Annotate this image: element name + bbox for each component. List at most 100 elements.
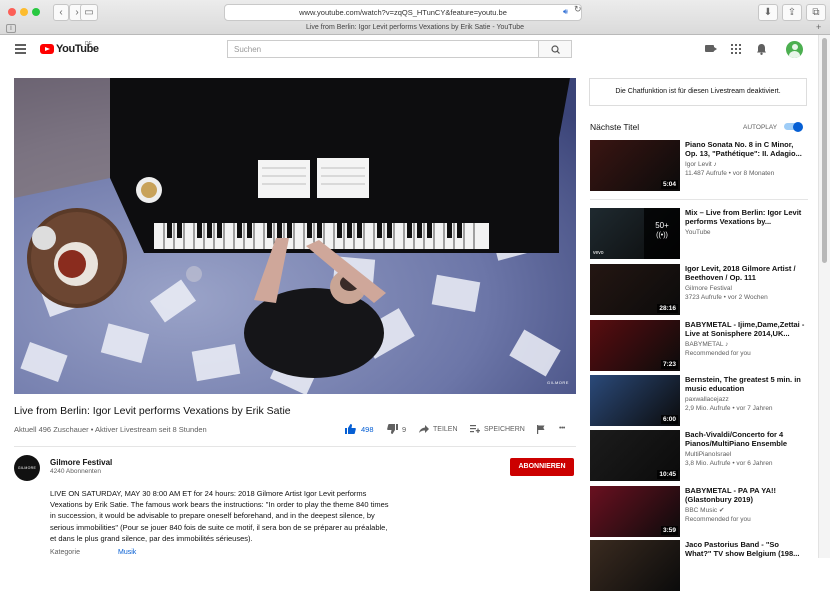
tab-title[interactable]: Live from Berlin: Igor Levit performs Ve… bbox=[0, 22, 830, 34]
recommendation-meta: 11.487 Aufrufe • vor 8 Monaten bbox=[685, 170, 775, 177]
recommendation-channel[interactable]: MultiPianoIsrael bbox=[685, 450, 731, 459]
recommendation-title[interactable]: Mix – Live from Berlin: Igor Levit perfo… bbox=[685, 208, 805, 226]
channel-name[interactable]: Gilmore Festival bbox=[50, 458, 112, 467]
recommendation-meta: 2,9 Mio. Aufrufe • vor 7 Jahren bbox=[685, 405, 773, 412]
tabs-overview-icon[interactable]: ⧉ bbox=[806, 4, 826, 21]
recommendation-item[interactable]: 6:00 Bernstein, The greatest 5 min. in mu… bbox=[590, 375, 812, 427]
menu-icon[interactable] bbox=[15, 44, 26, 54]
recommendation-item[interactable]: 10:45 Bach-Vivaldi/Concerto for 4 Pianos/… bbox=[590, 430, 812, 482]
recommendation-title[interactable]: Piano Sonata No. 8 in C Minor, Op. 13, "… bbox=[685, 140, 805, 158]
share-arrow-icon bbox=[419, 425, 429, 433]
recommendation-channel[interactable]: YouTube bbox=[685, 228, 711, 237]
save-button[interactable]: SPEICHERN bbox=[470, 425, 525, 433]
recommendation-channel[interactable]: BABYMETAL ♪ bbox=[685, 340, 728, 349]
category-label: Kategorie bbox=[50, 549, 80, 556]
video-thumbnail[interactable]: 6:00 bbox=[590, 375, 680, 426]
logo-region: DE bbox=[85, 41, 92, 47]
recommendation-item[interactable]: Jaco Pastorius Band - "So What?" TV show… bbox=[590, 540, 812, 592]
share-button[interactable]: TEILEN bbox=[419, 425, 458, 433]
dislike-count: 9 bbox=[402, 424, 407, 434]
share-label: TEILEN bbox=[433, 425, 458, 433]
category-link[interactable]: Musik bbox=[118, 549, 136, 556]
mix-count: 50+ bbox=[655, 221, 669, 230]
duration-badge: 6:00 bbox=[660, 415, 678, 424]
video-thumbnail[interactable]: 7:23 bbox=[590, 320, 680, 371]
sidebar-toggle-icon[interactable]: ▭ bbox=[80, 4, 98, 21]
avatar[interactable] bbox=[786, 41, 803, 58]
mix-overlay: 50+ ((•)) bbox=[644, 208, 680, 259]
dislike-button[interactable]: 9 bbox=[387, 424, 406, 434]
scrollbar-thumb[interactable] bbox=[822, 38, 827, 263]
autoplay-toggle[interactable] bbox=[784, 121, 803, 132]
save-label: SPEICHERN bbox=[484, 425, 525, 433]
close-window-button[interactable] bbox=[8, 8, 16, 16]
minimize-window-button[interactable] bbox=[20, 8, 28, 16]
recommendation-channel[interactable]: Igor Levit ♪ bbox=[685, 160, 717, 169]
vevo-logo: vevo bbox=[593, 250, 604, 256]
recommendation-channel[interactable]: paxwallacejazz bbox=[685, 395, 729, 404]
add-to-playlist-icon bbox=[470, 425, 480, 433]
recommendation-channel[interactable]: Gilmore Festival bbox=[685, 284, 732, 293]
recommendation-channel[interactable]: BBC Music ✔ bbox=[685, 506, 724, 515]
like-button[interactable]: 498 bbox=[345, 424, 374, 434]
recommendation-item[interactable]: 5:04 Piano Sonata No. 8 in C Minor, Op. 1… bbox=[590, 140, 812, 192]
recommendation-item[interactable]: 7:23 BABYMETAL - Ijime,Dame,Zettai - Live… bbox=[590, 320, 812, 372]
like-count: 498 bbox=[361, 424, 374, 434]
subscriber-count: 4240 Abonnenten bbox=[50, 468, 101, 475]
page-scrollbar[interactable] bbox=[818, 35, 830, 558]
video-thumbnail[interactable]: 28:16 bbox=[590, 264, 680, 315]
video-thumbnail[interactable]: 5:04 bbox=[590, 140, 680, 191]
chat-disabled-panel: Die Chatfunktion ist für diesen Livestre… bbox=[589, 78, 807, 106]
share-icon[interactable]: ⇪ bbox=[782, 4, 802, 21]
video-thumbnail[interactable]: 3:59 bbox=[590, 486, 680, 537]
recommendation-title[interactable]: BABYMETAL - Ijime,Dame,Zettai - Live at … bbox=[685, 320, 805, 338]
recommendation-title[interactable]: Jaco Pastorius Band - "So What?" TV show… bbox=[685, 540, 805, 558]
recommendation-title[interactable]: Bernstein, The greatest 5 min. in music … bbox=[685, 375, 805, 393]
duration-badge: 7:23 bbox=[660, 360, 678, 369]
search-button[interactable] bbox=[538, 40, 572, 58]
youtube-logo-text[interactable]: YouTube bbox=[56, 43, 99, 55]
search-input[interactable]: Suchen bbox=[227, 40, 538, 58]
duration-badge: 28:16 bbox=[657, 304, 678, 313]
zoom-window-button[interactable] bbox=[32, 8, 40, 16]
new-tab-icon[interactable]: + bbox=[816, 22, 821, 32]
channel-avatar-text: GILMORE bbox=[17, 466, 37, 470]
recommendation-meta: Recommended for you bbox=[685, 350, 751, 357]
video-title: Live from Berlin: Igor Levit performs Ve… bbox=[14, 405, 291, 417]
viewer-count: Aktuell 496 Zuschauer • Aktiver Livestre… bbox=[14, 425, 207, 434]
youtube-logo-icon[interactable] bbox=[40, 44, 54, 54]
recommendation-item[interactable]: 28:16 Igor Levit, 2018 Gilmore Artist / B… bbox=[590, 264, 812, 316]
video-watermark: GILMORE bbox=[547, 380, 569, 385]
more-actions-icon[interactable]: ••• bbox=[559, 425, 565, 432]
subscribe-button[interactable]: ABONNIEREN bbox=[510, 458, 574, 476]
download-icon[interactable]: ⬇ bbox=[758, 4, 778, 21]
create-video-icon[interactable] bbox=[705, 45, 717, 52]
channel-avatar[interactable]: GILMORE bbox=[14, 455, 40, 481]
recommendation-item[interactable]: 3:59 BABYMETAL - PA PA YA!! (Glastonbury … bbox=[590, 486, 812, 538]
address-bar[interactable]: www.youtube.com/watch?v=zqQS_HTunCY&feat… bbox=[224, 4, 582, 21]
video-thumbnail[interactable]: 50+ ((•)) vevo bbox=[590, 208, 680, 259]
recommendation-title[interactable]: BABYMETAL - PA PA YA!! (Glastonbury 2019… bbox=[685, 486, 805, 504]
thumbs-up-icon bbox=[345, 424, 356, 434]
mix-radio-icon: ((•)) bbox=[656, 232, 668, 239]
report-flag-icon[interactable] bbox=[537, 425, 545, 434]
duration-badge: 3:59 bbox=[660, 526, 678, 535]
reload-icon[interactable]: ↻ bbox=[574, 4, 582, 15]
video-player[interactable]: GILMORE bbox=[14, 78, 576, 394]
video-thumbnail[interactable] bbox=[590, 540, 680, 591]
video-thumbnail[interactable]: 10:45 bbox=[590, 430, 680, 481]
recommendation-item[interactable]: 50+ ((•)) vevo Mix – Live from Berlin: Igor… bbox=[590, 208, 812, 260]
speaker-icon[interactable]: 🔊︎ bbox=[563, 7, 568, 17]
recommendation-title[interactable]: Bach-Vivaldi/Concerto for 4 Pianos/Multi… bbox=[685, 430, 805, 448]
recommendation-meta: 3,8 Mio. Aufrufe • vor 6 Jahren bbox=[685, 460, 773, 467]
divider bbox=[590, 199, 808, 200]
recommendation-title[interactable]: Igor Levit, 2018 Gilmore Artist / Beetho… bbox=[685, 264, 805, 282]
duration-badge: 10:45 bbox=[657, 470, 678, 479]
apps-grid-icon[interactable] bbox=[731, 44, 741, 54]
duration-badge: 5:04 bbox=[660, 180, 678, 189]
notifications-bell-icon[interactable] bbox=[756, 43, 767, 55]
back-icon[interactable]: ‹ bbox=[53, 4, 69, 21]
thumbs-down-icon bbox=[387, 424, 398, 434]
divider bbox=[14, 446, 576, 447]
autoplay-label: AUTOPLAY bbox=[743, 124, 778, 131]
